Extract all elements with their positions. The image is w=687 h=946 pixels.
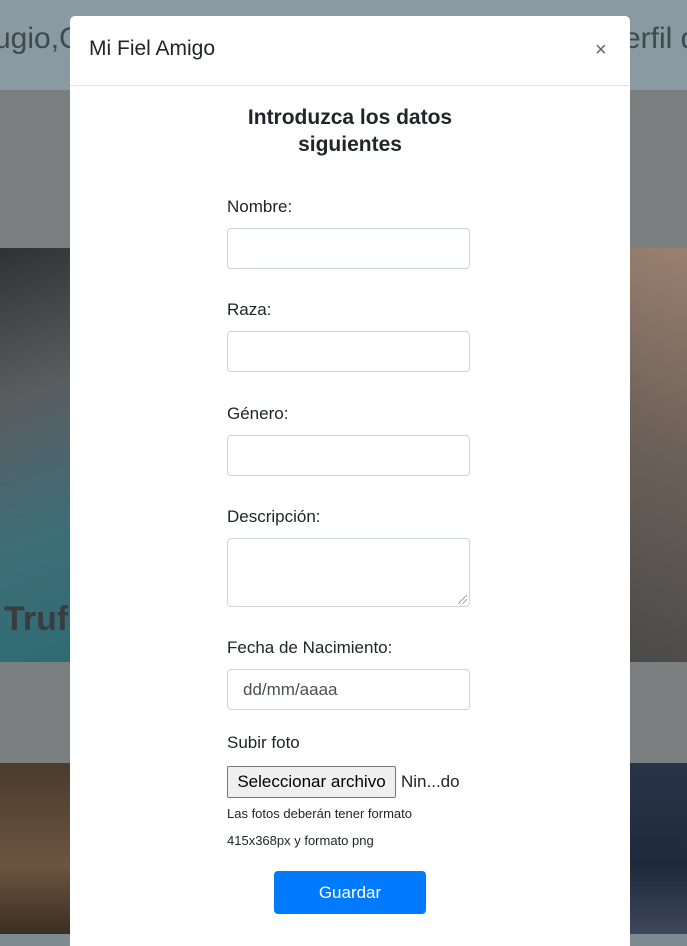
fecha-nacimiento-label: Fecha de Nacimiento: [227, 638, 393, 657]
photo-format-help: Las fotos deberán tener formato [227, 806, 413, 821]
save-button[interactable]: Guardar [274, 871, 426, 914]
raza-input[interactable] [227, 331, 470, 372]
select-file-button[interactable]: Seleccionar archivo [227, 766, 396, 798]
modal-header: Mi Fiel Amigo × [70, 16, 630, 86]
background-pet-photo [0, 763, 70, 934]
close-button[interactable]: × [595, 40, 607, 60]
modal-title: Mi Fiel Amigo [89, 37, 216, 60]
raza-label: Raza: [227, 300, 272, 319]
form-heading-line1: Introduzca los datos [247, 106, 453, 129]
nombre-label: Nombre: [227, 197, 293, 216]
resize-handle-icon[interactable] [458, 595, 467, 604]
genero-label: Género: [227, 404, 289, 423]
background-photo-caption: Truf [4, 600, 69, 638]
fecha-nacimiento-placeholder: dd/mm/aaaa [243, 680, 338, 699]
add-pet-modal: Mi Fiel Amigo × Introduzca los datos sig… [70, 16, 630, 946]
subir-foto-label: Subir foto [227, 733, 300, 752]
nombre-input[interactable] [227, 228, 470, 269]
file-status-text: Nin...do [401, 772, 460, 791]
form-heading-line2: siguientes [298, 133, 402, 156]
background-pet-photo [630, 248, 687, 662]
descripcion-textarea[interactable] [227, 538, 470, 607]
form-heading: Introduzca los datos siguientes [70, 104, 630, 158]
fecha-nacimiento-input[interactable]: dd/mm/aaaa [227, 669, 470, 710]
background-pet-photo [630, 763, 687, 934]
photo-format-help: 415x368px y formato png [227, 833, 374, 848]
background-header-text-right: erfil d [624, 22, 687, 55]
genero-input[interactable] [227, 435, 470, 476]
descripcion-label: Descripción: [227, 507, 321, 526]
background-header-text-left: ugio,C [0, 22, 81, 55]
